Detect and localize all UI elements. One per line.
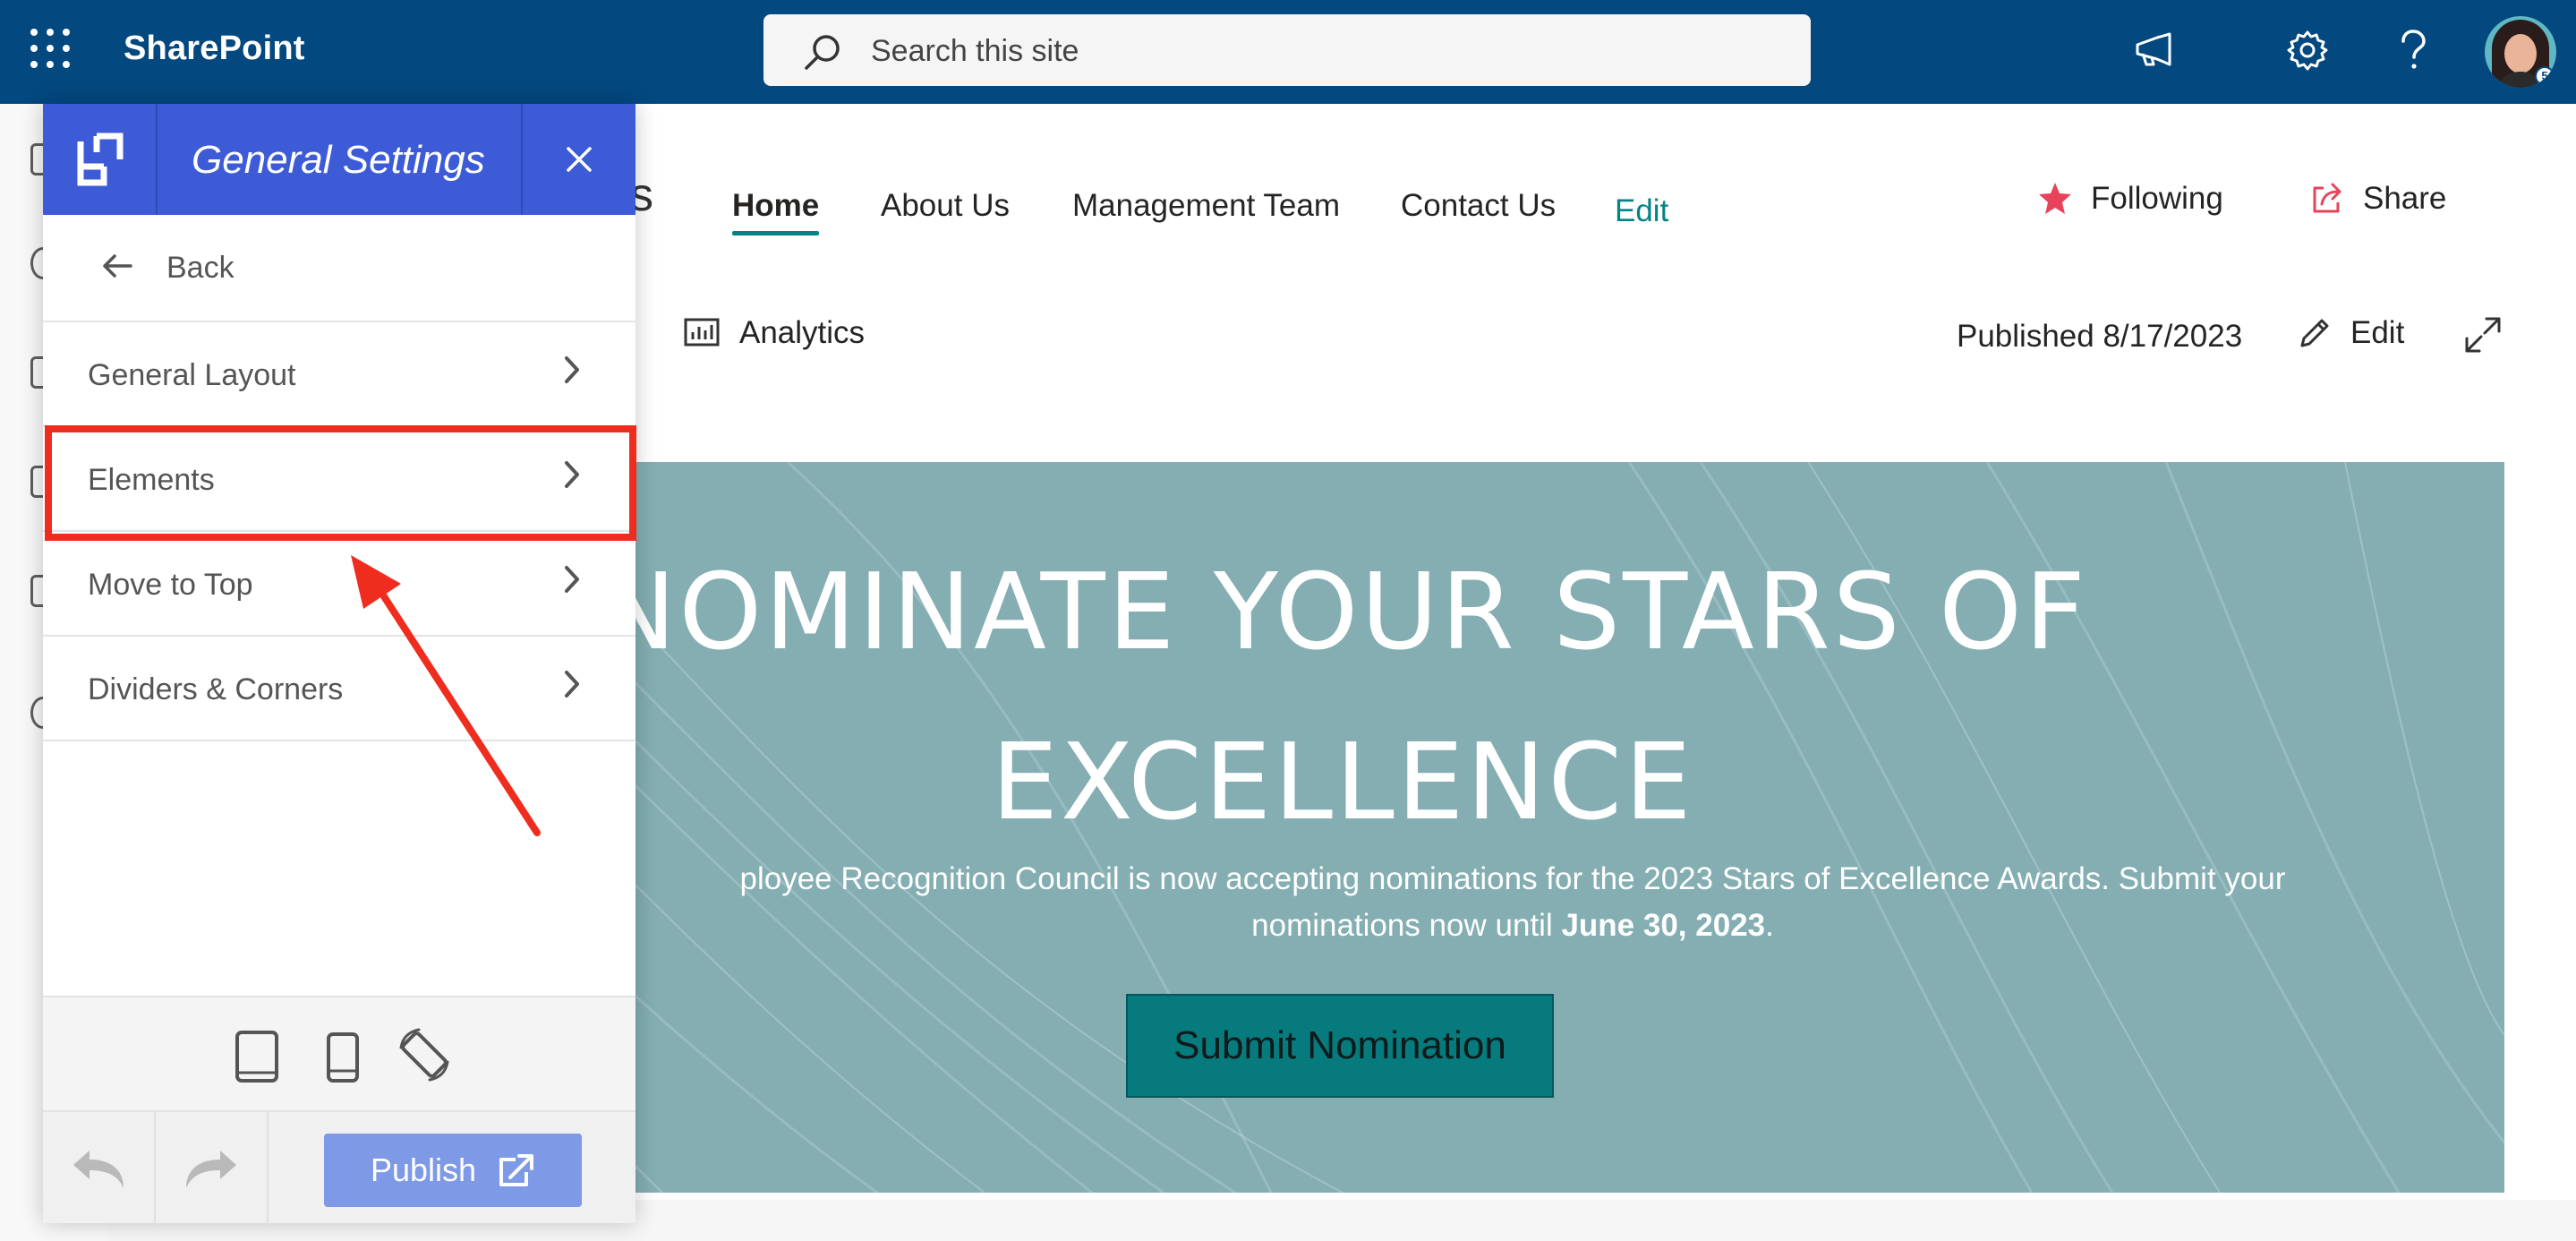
page-edit-button[interactable]: Edit	[2297, 315, 2404, 351]
elements-highlight-box	[45, 425, 636, 541]
nav-active-indicator	[732, 231, 819, 235]
hero-description-line1: ployee Recognition Council is now accept…	[739, 861, 2286, 896]
share-label: Share	[2363, 181, 2447, 216]
arrow-left-icon	[103, 254, 132, 278]
menu-item-label: General Layout	[88, 358, 296, 392]
close-icon[interactable]	[521, 104, 635, 215]
hero-deadline: June 30, 2023	[1561, 908, 1766, 943]
following-label: Following	[2091, 181, 2223, 216]
analytics-button[interactable]: Analytics	[684, 315, 865, 351]
panel-action-bar: Publish	[43, 1110, 635, 1225]
nav-management-team[interactable]: Management Team	[1072, 188, 1340, 224]
undo-icon[interactable]	[43, 1112, 156, 1225]
submit-nomination-button[interactable]: Submit Nomination	[1126, 994, 1554, 1098]
back-button[interactable]: Back	[43, 215, 635, 322]
rotate-device-icon[interactable]	[396, 1026, 453, 1083]
help-icon[interactable]	[2384, 21, 2442, 79]
nav-contact-us[interactable]: Contact Us	[1401, 188, 1556, 224]
general-settings-panel: General Settings Back General Layout Ele…	[43, 104, 635, 1225]
chevron-right-icon	[565, 671, 579, 698]
menu-item-move-to-top[interactable]: Move to Top	[43, 532, 635, 637]
external-link-icon	[499, 1154, 534, 1186]
avatar-badge: 5	[2535, 66, 2555, 86]
search-box[interactable]: Search this site	[763, 14, 1811, 86]
following-button[interactable]: Following	[2037, 181, 2223, 217]
panel-header: General Settings	[43, 104, 635, 215]
search-icon	[805, 35, 840, 70]
nav-edit-link[interactable]: Edit	[1615, 193, 1668, 229]
settings-gear-icon[interactable]	[2279, 21, 2336, 79]
share-icon	[2313, 183, 2341, 213]
nav-about-us[interactable]: About Us	[881, 188, 1010, 224]
published-date: Published 8/17/2023	[1957, 319, 2243, 354]
mobile-phone-icon[interactable]	[326, 1031, 360, 1083]
chevron-right-icon	[565, 566, 579, 593]
hero-description-line2: nominations now until June 30, 2023.	[1251, 908, 1774, 943]
user-avatar[interactable]: 5	[2485, 16, 2556, 88]
panel-title: General Settings	[192, 138, 485, 182]
menu-item-label: Dividers & Corners	[88, 672, 344, 706]
search-placeholder: Search this site	[871, 34, 1079, 68]
publish-label: Publish	[370, 1151, 477, 1188]
hero-description: ployee Recognition Council is now accept…	[537, 856, 2488, 949]
page-edit-label: Edit	[2350, 315, 2405, 350]
publish-button[interactable]: Publish	[324, 1134, 582, 1207]
pencil-icon	[2300, 319, 2329, 347]
expand-icon[interactable]	[2463, 315, 2503, 359]
redo-icon[interactable]	[156, 1112, 269, 1225]
back-label: Back	[166, 251, 235, 285]
suite-bar: SharePoint Search this site 5	[0, 0, 2576, 104]
menu-item-general-layout[interactable]: General Layout	[43, 322, 635, 427]
megaphone-icon[interactable]	[2125, 21, 2182, 79]
share-button[interactable]: Share	[2309, 181, 2446, 217]
app-launcher-icon[interactable]	[30, 29, 70, 68]
analytics-label: Analytics	[739, 315, 866, 350]
menu-item-label: Move to Top	[88, 568, 253, 602]
analytics-chart-icon	[684, 318, 720, 347]
star-filled-icon	[2039, 183, 2071, 214]
chevron-right-icon	[565, 356, 579, 383]
device-preview-bar	[43, 997, 635, 1110]
panel-logo-icon	[43, 104, 158, 215]
app-name[interactable]: SharePoint	[124, 30, 305, 68]
tablet-icon[interactable]	[235, 1030, 279, 1083]
nav-home[interactable]: Home	[732, 188, 819, 224]
menu-item-dividers-corners[interactable]: Dividers & Corners	[43, 637, 635, 741]
